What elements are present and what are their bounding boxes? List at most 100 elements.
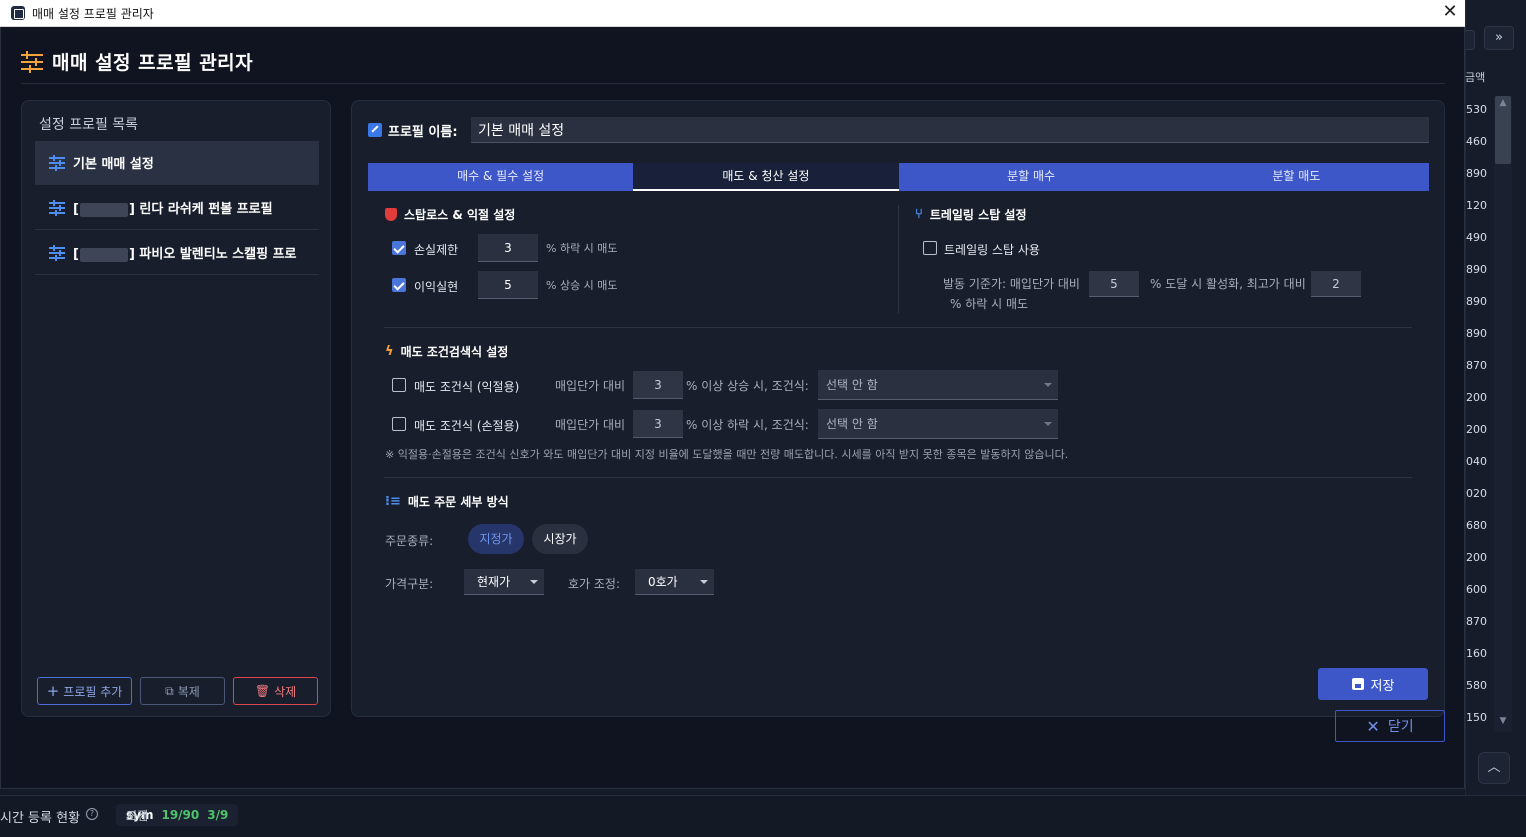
background-value: 890 (1466, 167, 1487, 180)
condition-note: ※ 익절용·손절용은 조건식 신호가 와도 매입단가 대비 지정 비율에 도달했… (385, 448, 1069, 461)
loss-limit-label: 손실제한 (414, 243, 459, 257)
price-type-select[interactable]: 현재가 (464, 569, 544, 595)
background-value: 600 (1466, 583, 1487, 596)
loss-limit-input[interactable]: 3 (478, 234, 538, 262)
condition-loss-checkbox[interactable] (392, 417, 406, 431)
profile-item-label: [] 린다 라쉬케 펀볼 프로필 (73, 202, 273, 217)
stoploss-section-title: 스탑로스 & 익절 설정 (385, 206, 515, 223)
background-value: 200 (1466, 391, 1487, 404)
take-profit-suffix: % 상승 시 매도 (546, 279, 618, 292)
trailing-activate-suffix: % 도달 시 활성화, 최고가 대비 (1150, 277, 1306, 291)
trailing-drop-suffix: % 하락 시 매도 (950, 297, 1029, 311)
copy-profile-button[interactable]: ⧉ 복제 (140, 677, 225, 705)
background-value: 680 (1466, 519, 1487, 532)
profile-item-default[interactable]: 기본 매매 설정 (35, 141, 319, 185)
condition-label: 조건 (126, 808, 149, 823)
background-value: 890 (1466, 295, 1487, 308)
profile-name-input[interactable] (471, 117, 1429, 143)
order-type-label: 주문종류: (385, 534, 434, 548)
background-value: 160 (1466, 647, 1487, 660)
scroll-up-arrow-icon[interactable]: ▲ (1495, 98, 1511, 112)
close-dialog-button[interactable]: ✕ 닫기 (1335, 710, 1445, 742)
background-value: 890 (1466, 327, 1487, 340)
add-profile-button[interactable]: + 프로필 추가 (37, 677, 132, 705)
redacted-block (79, 247, 128, 262)
scroll-down-arrow-icon[interactable]: ▼ (1495, 716, 1511, 730)
order-type-limit-pill[interactable]: 지정가 (468, 524, 524, 554)
profile-list-title: 설정 프로필 목록 (39, 117, 139, 133)
background-scrollbar[interactable]: ▲ ▼ (1494, 96, 1512, 732)
trailing-stop-label: 트레일링 스탑 사용 (944, 243, 1040, 257)
save-button[interactable]: 저장 (1318, 668, 1428, 700)
background-value-list: 530 460 890 120 490 890 890 890 870 200 200 040 020 6… (1466, 102, 1494, 742)
window-close-button[interactable]: ✕ (1436, 0, 1464, 26)
window-titlebar: 매매 설정 프로필 관리자 ✕ (0, 0, 1465, 27)
tab-sell-liquidation[interactable]: 매도 & 청산 설정 (633, 163, 899, 191)
chevron-down-icon (1044, 383, 1052, 387)
section-divider (384, 477, 1412, 478)
redacted-block (79, 202, 128, 217)
sliders-icon (49, 244, 65, 261)
condition-profit-checkbox[interactable] (392, 378, 406, 392)
tick-adjust-select[interactable]: 0호가 (635, 569, 714, 595)
profile-item-label: [] 파비오 발렌티노 스캘핑 프로 (73, 247, 297, 262)
sliders-icon (49, 154, 65, 171)
trash-icon: 🗑 (254, 684, 271, 698)
settings-tabs: 매수 & 필수 설정 매도 & 청산 설정 분할 매수 분할 매도 (368, 163, 1429, 191)
trailing-drop-input[interactable]: 2 (1311, 271, 1361, 297)
background-value: 460 (1466, 135, 1487, 148)
expand-double-chevron-button[interactable]: » (1484, 26, 1514, 50)
app-icon (11, 6, 25, 20)
scroll-to-top-button[interactable]: ︿ (1478, 752, 1510, 784)
dialog-header: 매매 설정 프로필 관리자 (21, 48, 253, 75)
tab-split-buy[interactable]: 분할 매수 (899, 163, 1164, 191)
settings-panel: 프로필 이름: 매수 & 필수 설정 매도 & 청산 설정 분할 매수 분할 매… (351, 100, 1445, 717)
sliders-icon (49, 199, 65, 216)
background-value: 200 (1466, 423, 1487, 436)
registration-status-label: 시간 등록 현황 (0, 811, 81, 826)
background-value: 890 (1466, 263, 1487, 276)
background-column-header: 금액 (1465, 71, 1486, 84)
section-divider (384, 327, 1412, 328)
background-value: 020 (1466, 487, 1487, 500)
condition-loss-suffix: % 이상 하락 시, 조건식: (686, 418, 809, 432)
trailing-stop-checkbox[interactable] (923, 241, 937, 255)
take-profit-input[interactable]: 5 (478, 271, 538, 299)
delete-profile-button[interactable]: 🗑 삭제 (233, 677, 318, 705)
help-icon[interactable]: ? (86, 808, 98, 820)
tab-buy-required[interactable]: 매수 & 필수 설정 (368, 163, 633, 191)
condition-profit-input[interactable]: 3 (633, 371, 683, 399)
background-value: 490 (1466, 231, 1487, 244)
lightning-icon: ϟ (385, 344, 394, 359)
sliders-icon (21, 50, 43, 73)
double-chevron-icon: » (1495, 30, 1503, 45)
trailing-activate-input[interactable]: 5 (1089, 271, 1139, 297)
condition-profit-cost-label: 매입단가 대비 (555, 379, 626, 393)
condition-loss-cost-label: 매입단가 대비 (555, 418, 626, 432)
condition-loss-select[interactable]: 선택 안 함 (818, 409, 1058, 439)
condition-profit-select[interactable]: 선택 안 함 (818, 370, 1058, 400)
profile-list-panel: 설정 프로필 목록 기본 매매 설정 [] 린다 라쉬케 펀볼 프로필 [] 파… (21, 100, 331, 717)
background-value: 150 (1466, 711, 1487, 724)
chevron-down-icon (700, 580, 708, 584)
profile-item-fabio[interactable]: [] 파비오 발렌티노 스캘핑 프로 (35, 231, 319, 275)
tick-adjust-label: 호가 조정: (568, 577, 621, 591)
take-profit-label: 이익실현 (414, 280, 459, 294)
background-value: 120 (1466, 199, 1487, 212)
profile-item-linda[interactable]: [] 린다 라쉬케 펀볼 프로필 (35, 186, 319, 230)
take-profit-checkbox[interactable] (392, 278, 406, 292)
trailing-section-title: ⑂ 트레일링 스탑 설정 (915, 207, 1027, 222)
condition-profit-label: 매도 조건식 (익절용) (414, 380, 520, 394)
background-value: 040 (1466, 455, 1487, 468)
profile-name-label: 프로필 이름: (388, 125, 458, 140)
price-count: 19/90 (161, 808, 200, 822)
loss-limit-checkbox[interactable] (392, 241, 406, 255)
order-type-market-pill[interactable]: 시장가 (532, 524, 588, 554)
plus-icon: + (46, 682, 60, 700)
tab-split-sell[interactable]: 분할 매도 (1164, 163, 1429, 191)
loss-limit-suffix: % 하락 시 매도 (546, 242, 618, 255)
condition-loss-input[interactable]: 3 (633, 410, 683, 438)
list-numbered-icon: ⁝≡ (385, 494, 401, 509)
background-value: 870 (1466, 615, 1487, 628)
close-icon: ✕ (1366, 716, 1380, 736)
